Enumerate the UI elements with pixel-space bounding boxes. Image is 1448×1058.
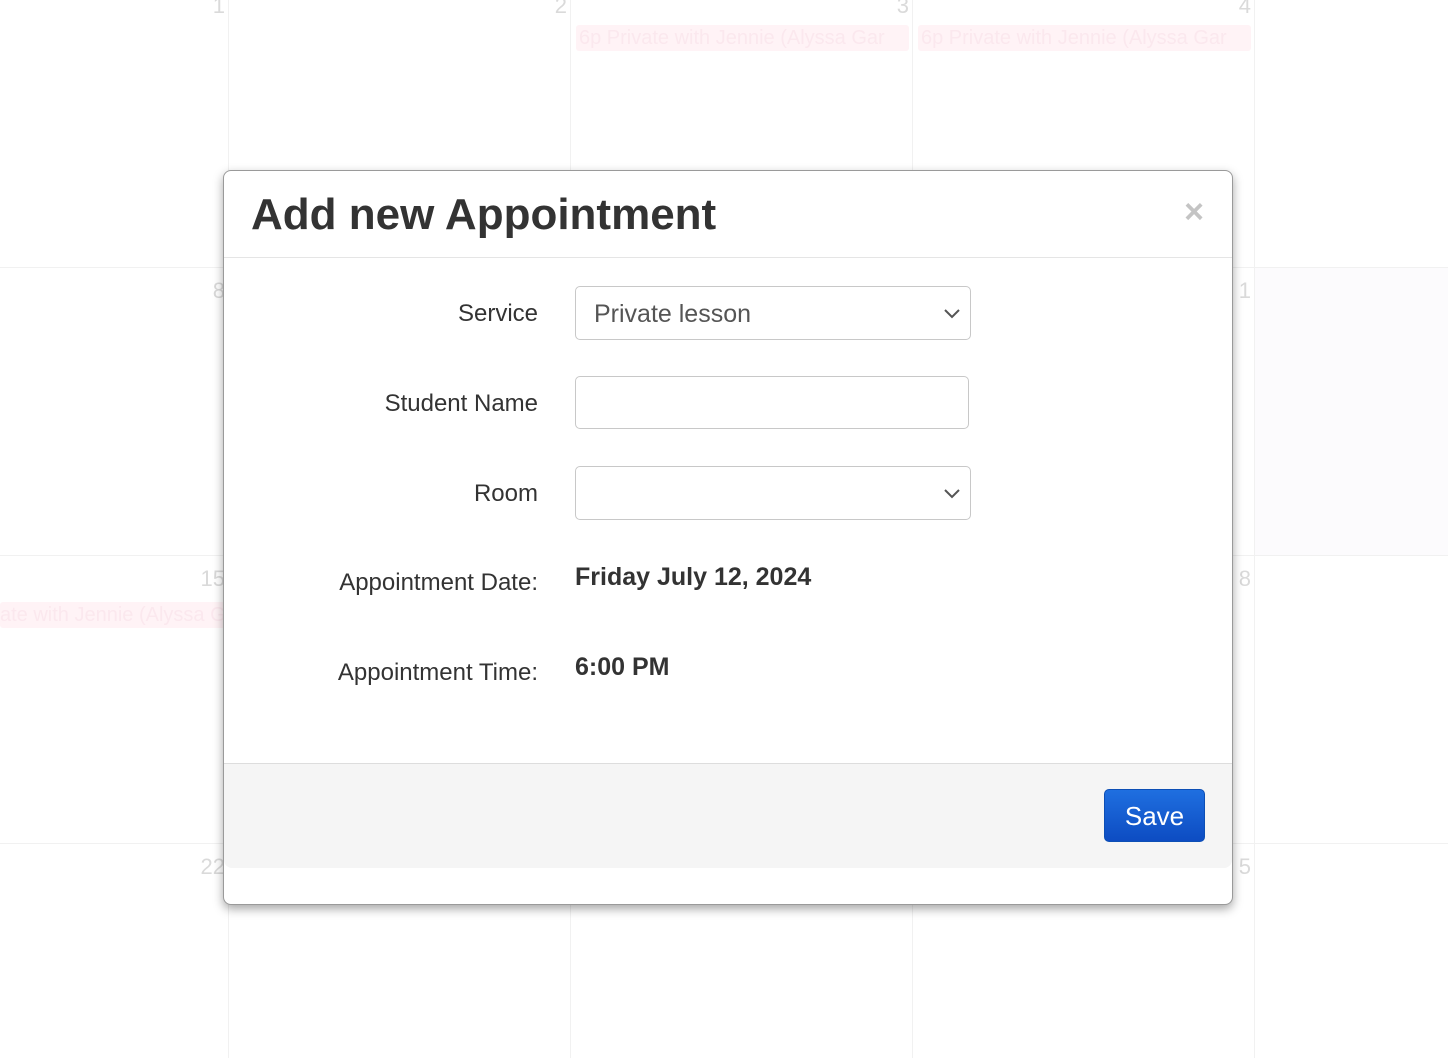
service-select[interactable]: Private lesson <box>575 286 971 340</box>
service-selected-value: Private lesson <box>594 300 752 328</box>
save-button[interactable]: Save <box>1104 789 1205 842</box>
calendar-day-number[interactable]: 2 <box>527 0 567 18</box>
modal-header: Add new Appointment × <box>224 171 1232 258</box>
chevron-down-icon <box>944 489 960 499</box>
room-select[interactable] <box>575 466 971 520</box>
calendar-day-number[interactable]: 22 <box>185 855 225 879</box>
calendar-day-number[interactable]: 1 <box>185 0 225 18</box>
calendar-day-number[interactable]: 3 <box>869 0 909 18</box>
appointment-date-row: Appointment Date: Friday July 12, 2024 <box>224 560 1232 614</box>
student-name-input[interactable] <box>575 376 969 429</box>
room-label: Room <box>473 480 538 507</box>
calendar-event[interactable]: 6p Private with Jennie (Alyssa Gar <box>918 25 1251 51</box>
service-row: Service Private lesson <box>224 286 1232 340</box>
modal-footer: Save <box>224 763 1232 868</box>
calendar-event[interactable]: ate with Jennie (Alyssa G <box>0 602 226 628</box>
appointment-time-value: 6:00 PM <box>575 653 670 681</box>
room-row: Room <box>224 466 1232 520</box>
student-name-label: Student Name <box>384 390 538 417</box>
modal-title: Add new Appointment <box>251 190 717 239</box>
appointment-time-label: Appointment Time: <box>337 659 538 686</box>
appointment-time-row: Appointment Time: 6:00 PM <box>224 650 1232 704</box>
add-appointment-modal: Add new Appointment × Service Private le… <box>223 170 1233 905</box>
chevron-down-icon <box>944 309 960 319</box>
service-label: Service <box>457 300 538 327</box>
calendar-day-number[interactable]: 4 <box>1211 0 1251 18</box>
appointment-date-label: Appointment Date: <box>339 569 538 596</box>
calendar-event[interactable]: 6p Private with Jennie (Alyssa Gar <box>576 25 909 51</box>
student-name-row: Student Name <box>224 376 1232 430</box>
close-icon[interactable]: × <box>1182 195 1206 229</box>
calendar-column-divider <box>1254 0 1255 1058</box>
calendar-day-number[interactable]: 8 <box>185 279 225 303</box>
calendar-day-number[interactable]: 15 <box>185 567 225 591</box>
calendar-cell-shade <box>1254 268 1448 555</box>
appointment-date-value: Friday July 12, 2024 <box>575 563 812 591</box>
